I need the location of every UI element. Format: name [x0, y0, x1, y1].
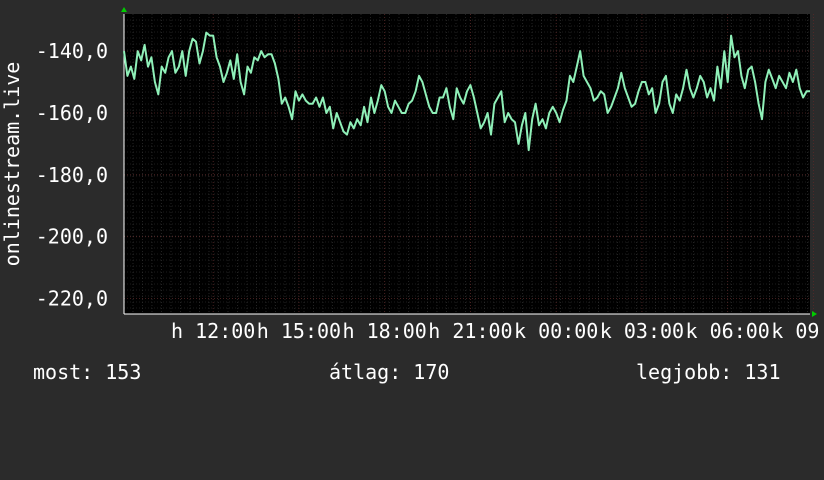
x-tick-label: h 18:00	[343, 319, 427, 343]
x-axis-arrow	[812, 311, 817, 317]
stats-bar: most: 153 átlag: 170 legjobb: 131	[0, 360, 824, 390]
y-axis-label: onlinestream.live	[0, 62, 24, 267]
x-tick-label: h 21:00	[428, 319, 512, 343]
y-tick-label: -160,0	[36, 101, 108, 125]
x-tick-label: h 12:00	[171, 319, 255, 343]
x-tick-label: k 09:00	[771, 319, 824, 343]
line-chart: -140,0-160,0-180,0-200,0-220,0h 12:00 h 1…	[0, 7, 824, 343]
y-tick-label: -180,0	[36, 163, 108, 187]
y-tick-label: -140,0	[36, 39, 108, 63]
x-tick-label: k 03:00	[600, 319, 684, 343]
chart: -140,0 -160,0 -180,0 -200,0 -220,0 h 12:00 h 1…	[0, 0, 824, 402]
stat-now: most: 153	[33, 360, 142, 384]
y-axis-arrow	[121, 7, 127, 12]
x-tick-label: h 15:00	[257, 319, 341, 343]
x-tick-label: k 00:00	[514, 319, 598, 343]
y-tick-label: -200,0	[36, 225, 108, 249]
stat-average: átlag: 170	[329, 360, 450, 384]
x-tick-label: k 06:00	[686, 319, 770, 343]
y-tick-label: -220,0	[36, 287, 108, 311]
stat-best: legjobb: 131	[636, 360, 781, 384]
